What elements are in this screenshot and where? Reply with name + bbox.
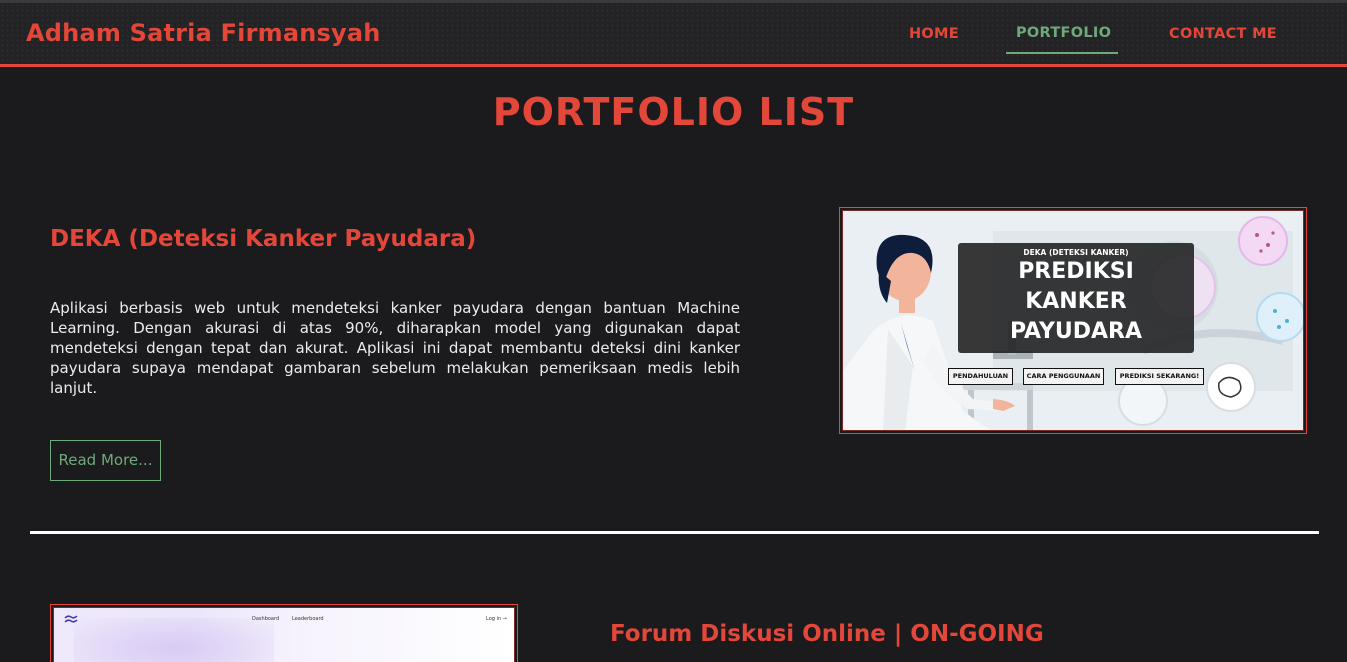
project-screenshot: DEKA (DETEKSI KANKER) PREDIKSI KANKER PA… [842, 210, 1304, 431]
nav-contact-me[interactable]: CONTACT ME [1169, 26, 1277, 42]
screenshot-nav-leaderboard: Leaderboard [292, 616, 324, 622]
project-screenshot: Dashboard Leaderboard Log in → [53, 607, 515, 662]
project-image[interactable]: DEKA (DETEKSI KANKER) PREDIKSI KANKER PA… [839, 207, 1307, 434]
project-image[interactable]: Dashboard Leaderboard Log in → [50, 604, 518, 662]
project-description: Aplikasi berbasis web untuk mendeteksi k… [50, 299, 740, 397]
navbar: Adham Satria Firmansyah HOME PORTFOLIO C… [0, 0, 1347, 67]
overlay-line: PAYUDARA [1009, 319, 1143, 344]
overlay-line: KANKER [1025, 289, 1127, 314]
logo-icon [64, 615, 78, 623]
overlay-banner: DEKA (DETEKSI KANKER) PREDIKSI KANKER PA… [958, 243, 1194, 353]
section-divider [30, 531, 1319, 534]
screenshot-nav-login: Log in → [486, 616, 507, 622]
overlay-line: PREDIKSI [1018, 259, 1134, 284]
nav-active-indicator [1006, 52, 1118, 54]
image-button-cara-penggunaan: CARA PENGGUNAAN [1023, 368, 1104, 385]
nav-home[interactable]: HOME [909, 26, 959, 42]
nav-portfolio[interactable]: PORTFOLIO [1016, 25, 1111, 41]
brand-name[interactable]: Adham Satria Firmansyah [26, 19, 381, 47]
image-button-pendahuluan: PENDAHULUAN [948, 368, 1013, 385]
project-title: Forum Diskusi Online | ON-GOING [610, 621, 1044, 647]
read-more-button[interactable]: Read More... [50, 440, 161, 481]
page-title: PORTFOLIO LIST [492, 90, 855, 134]
background-glow [74, 618, 274, 662]
screenshot-nav-dashboard: Dashboard [252, 616, 280, 622]
image-button-prediksi-sekarang: PREDIKSI SEKARANG! [1115, 368, 1204, 385]
project-title: DEKA (Deteksi Kanker Payudara) [50, 226, 477, 252]
overlay-subtitle: DEKA (DETEKSI KANKER) [1023, 248, 1129, 257]
